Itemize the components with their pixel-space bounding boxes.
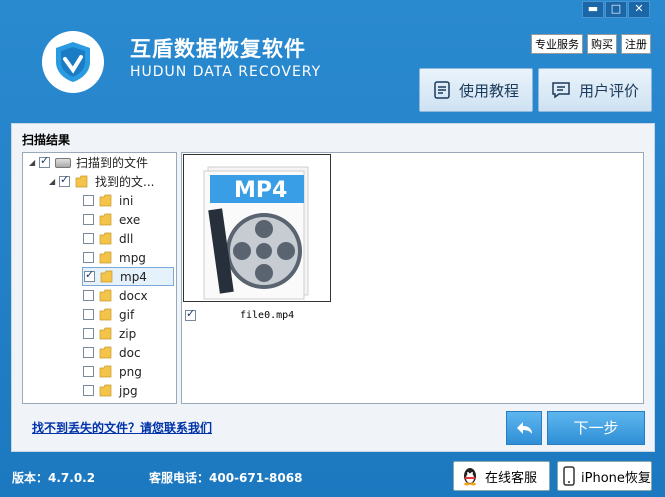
- logo: [42, 31, 104, 93]
- expand-arrow-icon[interactable]: ◢: [49, 177, 59, 186]
- panel-title: 扫描结果: [22, 133, 71, 147]
- tree-item-doc[interactable]: doc: [83, 343, 141, 362]
- tree-item-mpg[interactable]: mpg: [83, 248, 146, 267]
- tutorial-label: 使用教程: [458, 81, 519, 100]
- folder-icon: [99, 384, 112, 397]
- tree-item-label: docx: [119, 288, 148, 303]
- folder-icon: [100, 270, 113, 283]
- tree-child[interactable]: ◢ 找到的文...: [49, 172, 154, 191]
- folder-icon: [99, 327, 112, 340]
- tree-item-checkbox[interactable]: [83, 233, 94, 244]
- file-checkbox[interactable]: [185, 307, 196, 321]
- version-text: 版本：4.7.0.2: [12, 471, 96, 485]
- tree-item-label: doc: [119, 345, 141, 360]
- folder-icon: [99, 251, 112, 264]
- expand-arrow-icon[interactable]: ◢: [29, 158, 39, 167]
- file-thumbnail[interactable]: MP4: [183, 154, 331, 302]
- tree-item-docx[interactable]: docx: [83, 286, 148, 305]
- tree-item-checkbox[interactable]: [83, 195, 94, 206]
- thumb-format-label: MP4: [234, 178, 288, 203]
- buy-link[interactable]: 购买: [587, 34, 617, 54]
- tree-item-label: exe: [119, 212, 141, 227]
- review-button[interactable]: 用户评价: [538, 68, 652, 112]
- tree-child-checkbox[interactable]: [59, 173, 70, 187]
- tree-item-label: png: [119, 364, 142, 379]
- mp4-file-icon: [203, 166, 309, 300]
- online-service-label: 在线客服: [485, 470, 538, 486]
- folder-icon: [99, 289, 112, 302]
- tree-item-label: mpg: [119, 250, 146, 265]
- phone-icon: [563, 466, 575, 486]
- shield-logo-icon: [56, 42, 90, 82]
- drive-icon: [55, 157, 71, 168]
- app-title: 互盾数据恢复软件: [130, 37, 306, 61]
- tree-item-checkbox[interactable]: [83, 252, 94, 263]
- tree-item-label: dll: [119, 231, 134, 246]
- register-link[interactable]: 注册: [621, 34, 651, 54]
- tree-child-label: 找到的文...: [95, 175, 155, 189]
- scan-results-panel: 扫描结果 ◢ 扫描到的文件 ◢ 找到的文... ini exe dll mpg mp4 d…: [11, 123, 655, 452]
- online-service-button[interactable]: 在线客服: [453, 461, 550, 491]
- folder-icon: [75, 175, 88, 188]
- review-label: 用户评价: [578, 81, 639, 100]
- tree-item-jpg[interactable]: jpg: [83, 381, 138, 400]
- file-grid[interactable]: MP4 file0.mp4: [181, 152, 644, 404]
- file-tree[interactable]: ◢ 扫描到的文件 ◢ 找到的文... ini exe dll mpg mp4 docx gi…: [22, 152, 177, 404]
- iphone-recovery-label: iPhone恢复: [581, 470, 651, 486]
- folder-icon: [99, 346, 112, 359]
- professional-service-link[interactable]: 专业服务: [531, 34, 583, 54]
- tree-item-checkbox[interactable]: [83, 347, 94, 358]
- document-icon: [434, 81, 450, 99]
- tree-root-label: 扫描到的文件: [76, 156, 149, 170]
- tree-item-zip[interactable]: zip: [83, 324, 136, 343]
- folder-icon: [99, 365, 112, 378]
- tree-root[interactable]: ◢ 扫描到的文件: [29, 153, 148, 172]
- contact-us-link[interactable]: 找不到丢失的文件？请您联系我们: [32, 419, 212, 436]
- tree-item-checkbox[interactable]: [83, 214, 94, 225]
- tree-item-mp4[interactable]: mp4: [82, 267, 174, 286]
- next-step-button[interactable]: 下一步: [547, 411, 645, 445]
- iphone-recovery-button[interactable]: iPhone恢复: [557, 461, 652, 491]
- tree-item-label: mp4: [120, 269, 147, 284]
- tree-item-png[interactable]: png: [83, 362, 142, 381]
- qq-penguin-icon: [464, 468, 476, 486]
- tree-item-checkbox[interactable]: [83, 366, 94, 377]
- tree-item-ini[interactable]: ini: [83, 191, 133, 210]
- tree-item-dll[interactable]: dll: [83, 229, 133, 248]
- tree-item-exe[interactable]: exe: [83, 210, 140, 229]
- folder-icon: [99, 194, 112, 207]
- header: 互盾数据恢复软件 HUDUN DATA RECOVERY 专业服务 购买 注册 …: [0, 0, 665, 120]
- undo-arrow-icon: [517, 422, 532, 434]
- tree-item-checkbox[interactable]: [84, 268, 95, 282]
- tree-item-checkbox[interactable]: [83, 290, 94, 301]
- tutorial-button[interactable]: 使用教程: [419, 68, 533, 112]
- phone-text: 客服电话：400-671-8068: [149, 471, 303, 485]
- file-name: file0.mp4: [240, 310, 295, 321]
- folder-icon: [99, 232, 112, 245]
- folder-icon: [99, 308, 112, 321]
- comment-icon: [552, 82, 570, 99]
- tree-item-label: jpg: [119, 383, 138, 398]
- app-subtitle: HUDUN DATA RECOVERY: [130, 64, 322, 80]
- tree-item-checkbox[interactable]: [83, 385, 94, 396]
- tree-root-checkbox[interactable]: [39, 154, 50, 168]
- tree-item-checkbox[interactable]: [83, 309, 94, 320]
- tree-item-label: zip: [119, 326, 137, 341]
- folder-icon: [99, 213, 112, 226]
- tree-item-gif[interactable]: gif: [83, 305, 134, 324]
- top-links: 专业服务 购买 注册: [531, 34, 651, 54]
- app-window: ▬ □ ✕ 互盾数据恢复软件 HUDUN DATA RECOVERY 专业服务 …: [0, 0, 665, 497]
- tree-item-label: ini: [119, 193, 134, 208]
- tree-item-label: gif: [119, 307, 135, 322]
- tree-item-checkbox[interactable]: [83, 328, 94, 339]
- back-button[interactable]: [506, 411, 542, 445]
